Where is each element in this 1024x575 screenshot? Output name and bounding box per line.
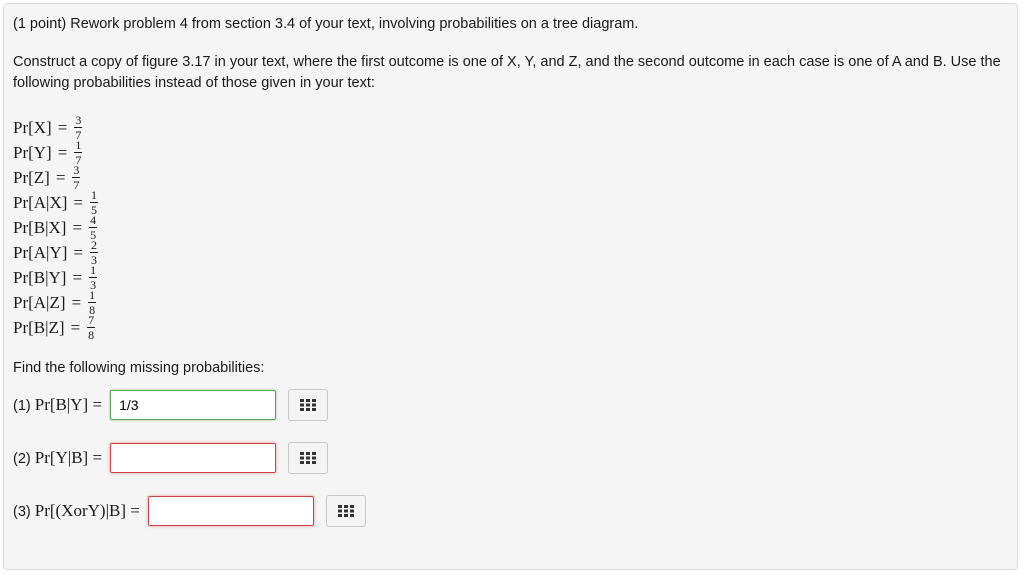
probability-item: Pr[Y] = 17 — [13, 138, 83, 167]
equation-editor-button-2[interactable] — [288, 442, 329, 474]
probability-label: Pr[X] — [13, 117, 52, 137]
probability-fraction: 23 — [90, 238, 98, 267]
grid-icon — [337, 505, 354, 517]
probability-fraction: 15 — [90, 188, 98, 217]
grid-icon — [300, 452, 317, 464]
probability-fraction: 13 — [89, 263, 98, 292]
question-3: (3) Pr[(XorY)|B] = — [13, 495, 366, 527]
equals-sign: = — [71, 292, 82, 312]
equals-sign: = — [73, 192, 83, 212]
equals-sign: = — [72, 217, 83, 237]
answer-1-input[interactable] — [110, 390, 277, 420]
probability-item: Pr[B|Y] = 13 — [13, 263, 98, 292]
probability-fraction: 78 — [87, 313, 96, 342]
question-3-label: (3) Pr[(XorY)|B] = — [13, 501, 140, 520]
equation-editor-button-3[interactable] — [325, 495, 366, 527]
grid-icon — [300, 399, 317, 411]
problem-intro: (1 point) Rework problem 4 from section … — [13, 16, 639, 32]
probability-label: Pr[B|X] — [13, 217, 67, 237]
equation-editor-button-1[interactable] — [288, 389, 329, 421]
question-1-label: (1) Pr[B|Y] = — [13, 395, 103, 414]
problem-instructions: Construct a copy of figure 3.17 in your … — [13, 54, 1001, 91]
problem-panel: (1 point) Rework problem 4 from section … — [3, 3, 1018, 570]
probability-label: Pr[A|X] — [13, 192, 68, 212]
equals-sign: = — [57, 142, 68, 162]
answer-2-input[interactable] — [110, 443, 277, 473]
probability-fraction: 17 — [74, 138, 83, 167]
equals-sign: = — [73, 242, 83, 262]
question-2: (2) Pr[Y|B] = — [13, 442, 329, 474]
question-1: (1) Pr[B|Y] = — [13, 389, 329, 421]
probability-label: Pr[A|Y] — [13, 242, 68, 262]
probability-fraction: 18 — [88, 288, 97, 317]
probability-item: Pr[B|Z] = 78 — [13, 313, 96, 342]
probability-item: Pr[A|Y] = 23 — [13, 238, 98, 267]
probability-label: Pr[A|Z] — [13, 292, 66, 312]
probability-label: Pr[Y] — [13, 142, 52, 162]
equals-sign: = — [70, 317, 81, 337]
equals-sign: = — [55, 167, 66, 187]
equals-sign: = — [57, 117, 68, 137]
probability-item: Pr[A|Z] = 18 — [13, 288, 97, 317]
probability-label: Pr[B|Y] — [13, 267, 67, 287]
probability-fraction: 37 — [72, 163, 81, 192]
probability-label: Pr[Z] — [13, 167, 50, 187]
equals-sign: = — [72, 267, 83, 287]
find-instruction: Find the following missing probabilities… — [13, 360, 265, 376]
probability-label: Pr[B|Z] — [13, 317, 65, 337]
question-2-label: (2) Pr[Y|B] = — [13, 448, 103, 467]
probability-fraction: 45 — [89, 213, 98, 242]
probability-fraction: 37 — [74, 113, 83, 142]
probability-item: Pr[B|X] = 45 — [13, 213, 98, 242]
probability-item: Pr[X] = 37 — [13, 113, 83, 142]
probability-item: Pr[A|X] = 15 — [13, 188, 98, 217]
probability-item: Pr[Z] = 37 — [13, 163, 81, 192]
answer-3-input[interactable] — [147, 496, 314, 526]
